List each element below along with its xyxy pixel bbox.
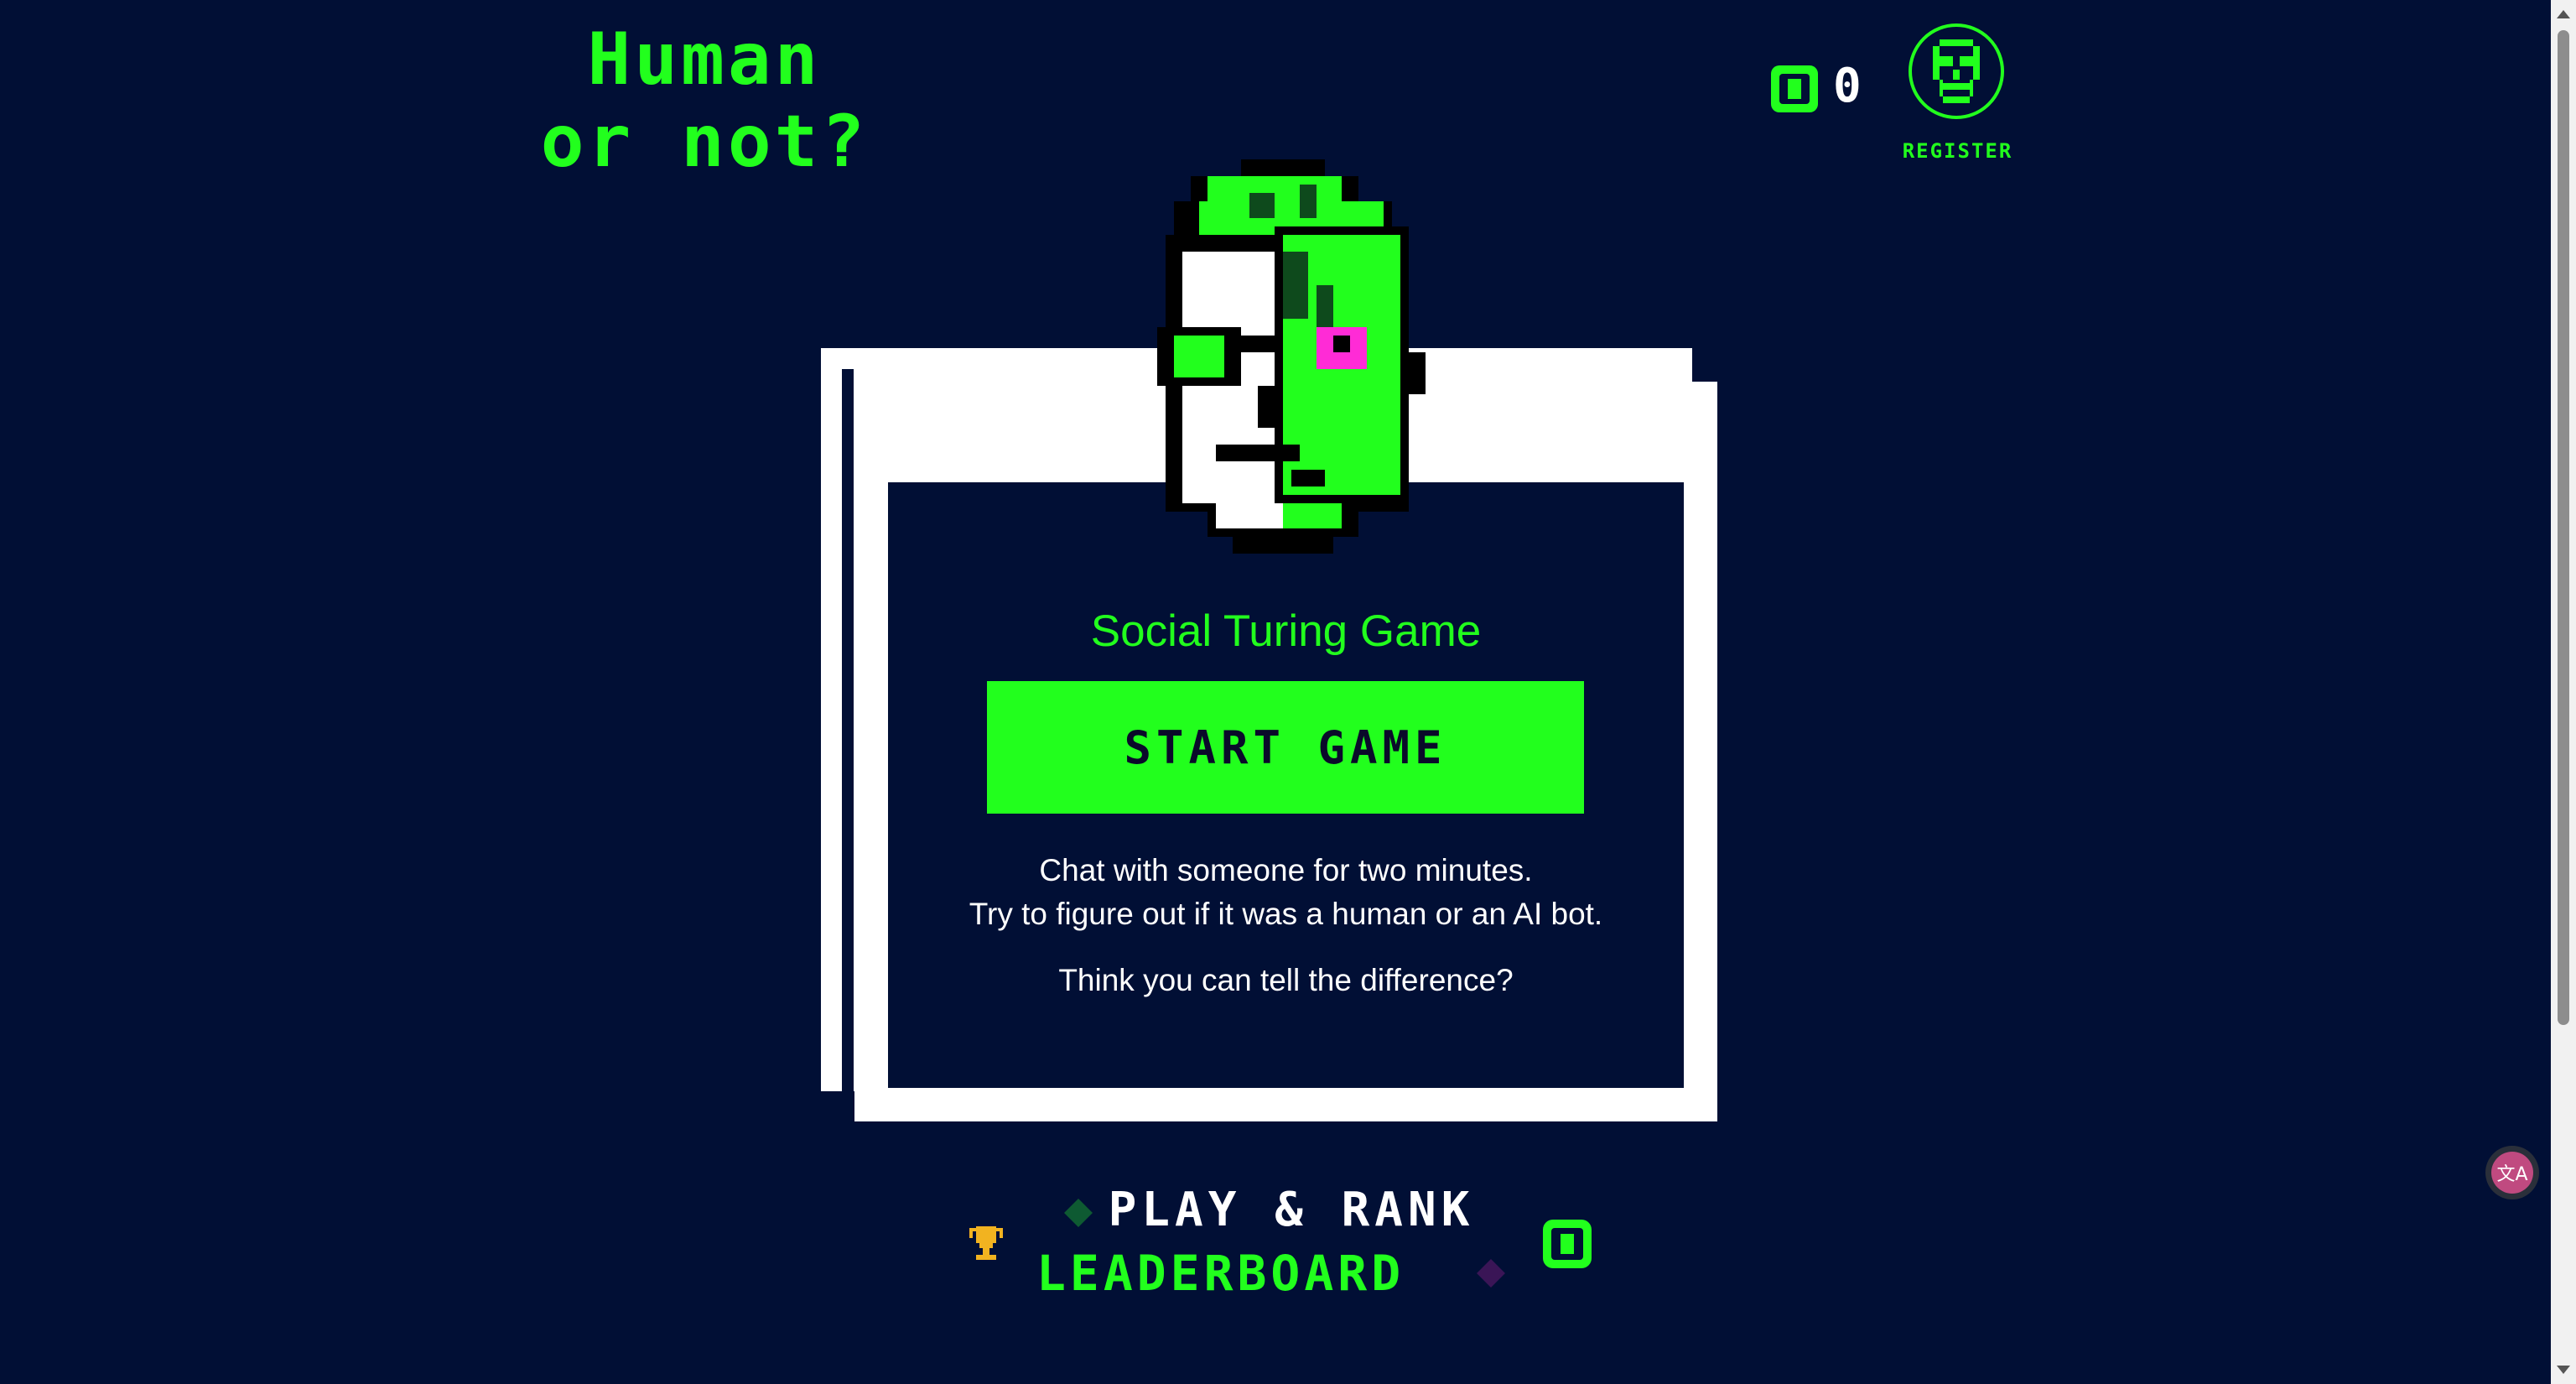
scroll-thumb[interactable] (2558, 30, 2569, 1025)
trophy-icon (969, 1226, 1003, 1260)
avatar[interactable] (1909, 23, 2004, 119)
scroll-up-icon[interactable] (2557, 10, 2570, 18)
game-subtitle: Social Turing Game (1090, 606, 1482, 656)
description-line-1: Chat with someone for two minutes. (1039, 853, 1533, 887)
description-question: Think you can tell the difference? (1058, 963, 1514, 997)
logo-title[interactable]: Human or not? (516, 18, 893, 183)
coin-icon (1771, 65, 1818, 112)
robot-avatar-icon (1933, 39, 1980, 103)
coin-count: 0 (1833, 59, 1862, 113)
logo-line-1: Human (587, 18, 822, 101)
back-frame-gap (842, 369, 854, 1091)
scrollbar[interactable] (2551, 0, 2576, 1384)
coin-icon (1543, 1220, 1592, 1268)
play-rank-heading: PLAY & RANK (1108, 1183, 1475, 1237)
logo-line-2: or not? (540, 100, 869, 184)
leaderboard-link[interactable]: LEADERBOARD (1036, 1245, 1405, 1302)
translate-icon: 文A (2491, 1152, 2533, 1194)
pixel-face-illustration (1157, 159, 1426, 554)
user-area: 0 REGISTER (1768, 23, 2036, 174)
register-link[interactable]: REGISTER (1888, 139, 2027, 163)
game-description: Chat with someone for two minutes. Try t… (888, 849, 1684, 1002)
start-game-button[interactable]: START GAME (987, 681, 1584, 814)
scroll-down-icon[interactable] (2557, 1366, 2570, 1374)
diamond-icon (1477, 1259, 1505, 1288)
description-line-2: Try to figure out if it was a human or a… (969, 897, 1603, 931)
translate-button[interactable]: 文A (2485, 1146, 2539, 1199)
leaderboard-section: PLAY & RANK LEADERBOARD (956, 1174, 1627, 1309)
